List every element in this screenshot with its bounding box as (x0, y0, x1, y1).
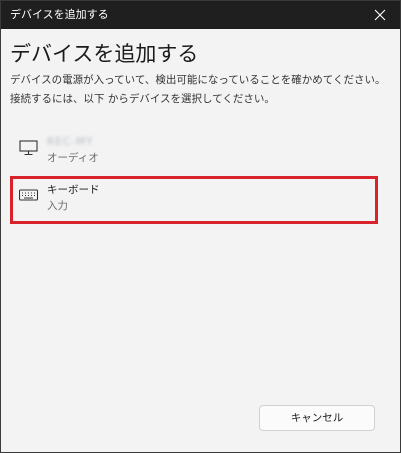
device-item-audio[interactable]: REC-MY オーディオ (13, 129, 375, 177)
keyboard-icon (18, 187, 39, 203)
close-icon (374, 9, 386, 21)
close-button[interactable] (366, 3, 394, 27)
page-title: デバイスを追加する (10, 42, 199, 66)
device-item-keyboard[interactable]: キーボード 入力 (10, 176, 378, 224)
description-line-2: 接続するには、以下 からデバイスを選択してください。 (10, 93, 275, 105)
device-name: キーボード (47, 184, 100, 196)
device-type: オーディオ (47, 152, 99, 164)
device-name: REC-MY (47, 136, 94, 148)
add-device-dialog: デバイスを追加する デバイスを追加する デバイスの電源が入っていて、検出可能にな… (0, 0, 401, 453)
description-line-1: デバイスの電源が入っていて、検出可能になっていることを確かめてください。 (10, 74, 386, 86)
window-title: デバイスを追加する (10, 8, 109, 21)
monitor-icon (19, 140, 39, 156)
device-type: 入力 (47, 200, 68, 212)
cancel-button[interactable]: キャンセル (259, 405, 375, 431)
title-bar: デバイスを追加する (1, 1, 400, 29)
